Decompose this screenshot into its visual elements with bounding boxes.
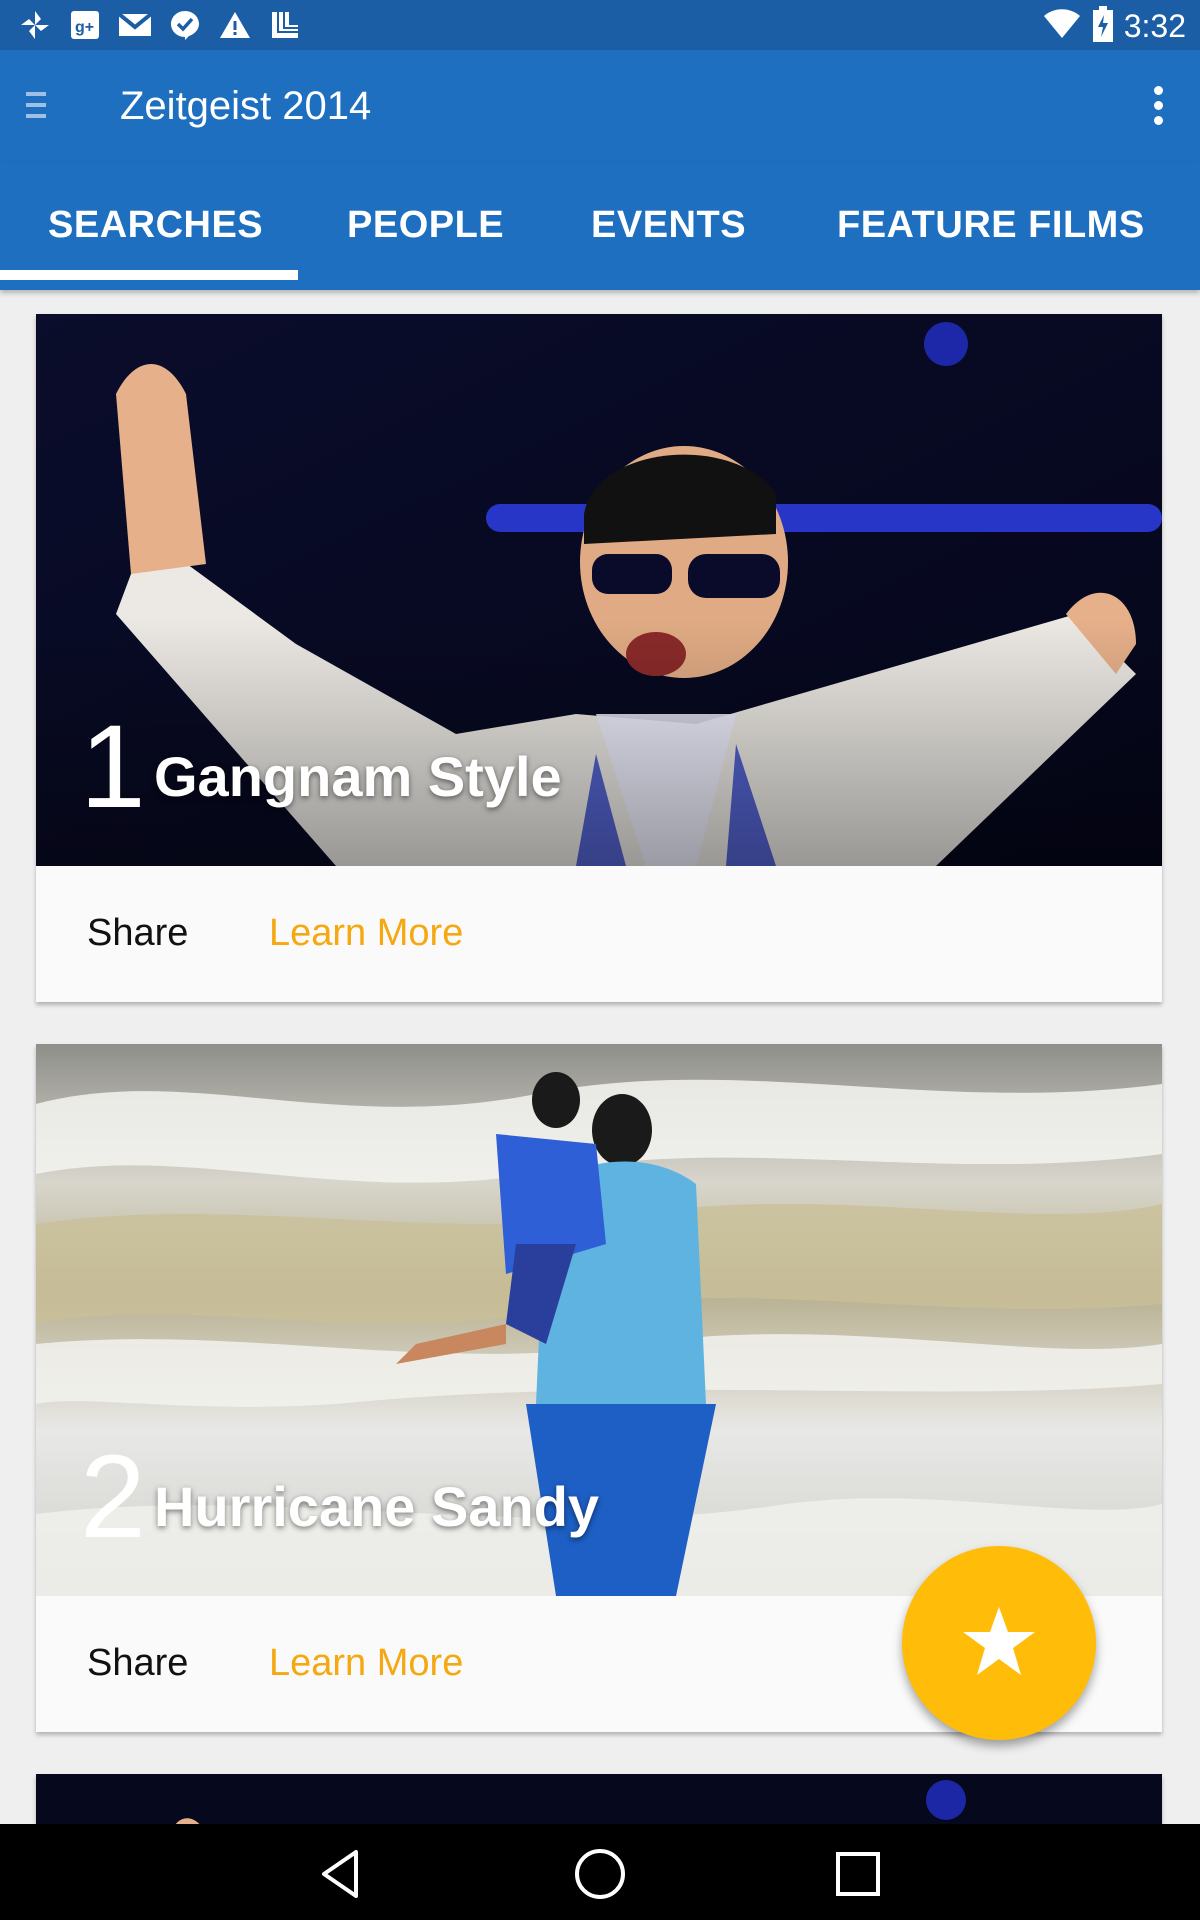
home-icon[interactable] — [572, 1846, 628, 1902]
learn-more-button[interactable]: Learn More — [269, 1642, 463, 1685]
share-button[interactable]: Share — [87, 1642, 188, 1685]
card-image-hurricane-sandy: 2 Hurricane Sandy — [36, 1044, 1162, 1596]
pinwheel-icon — [18, 8, 52, 42]
notification-icons: g+ — [18, 8, 302, 42]
system-indicators: 3:32 — [1042, 6, 1186, 47]
card-actions: Share Learn More — [36, 866, 1162, 1002]
back-icon[interactable] — [314, 1846, 370, 1902]
overflow-menu-icon[interactable] — [1154, 86, 1164, 130]
tab-events[interactable]: EVENTS — [591, 204, 746, 247]
google-plus-icon: g+ — [68, 8, 102, 42]
card-title: Gangnam Style — [154, 745, 562, 808]
card-title: Hurricane Sandy — [154, 1475, 600, 1538]
warning-icon — [218, 8, 252, 42]
tab-feature-films[interactable]: FEATURE FILMS — [837, 204, 1145, 247]
app-title: Zeitgeist 2014 — [120, 84, 372, 128]
gmail-icon — [118, 8, 152, 42]
tab-people[interactable]: PEOPLE — [347, 204, 504, 247]
clock: 3:32 — [1123, 8, 1186, 44]
share-button[interactable]: Share — [87, 912, 188, 955]
battery-charging-icon — [1092, 6, 1114, 47]
favorite-fab[interactable] — [902, 1546, 1096, 1740]
app-bar: Zeitgeist 2014 — [0, 50, 1200, 162]
recents-icon[interactable] — [830, 1846, 886, 1902]
result-card[interactable]: 1 Gangnam Style Share Learn More — [36, 314, 1162, 1002]
learn-more-button[interactable]: Learn More — [269, 912, 463, 955]
menu-icon[interactable] — [26, 92, 48, 122]
status-bar: g+ 3:32 — [0, 0, 1200, 50]
wifi-icon — [1042, 8, 1082, 45]
check-bubble-icon — [168, 8, 202, 42]
tab-indicator — [0, 270, 298, 280]
tab-searches[interactable]: SEARCHES — [48, 204, 263, 247]
stack-icon — [268, 8, 302, 42]
card-image-gangnam-style: 1 Gangnam Style — [36, 314, 1162, 866]
card-rank: 1 — [80, 701, 146, 833]
svg-text:g+: g+ — [75, 19, 94, 36]
star-icon — [961, 1605, 1037, 1682]
navigation-bar — [0, 1824, 1200, 1920]
card-rank: 2 — [80, 1431, 146, 1563]
